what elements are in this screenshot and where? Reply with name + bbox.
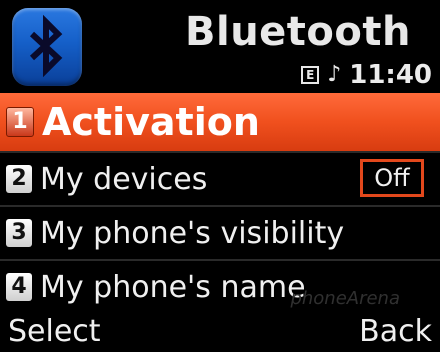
menu-item-my-devices[interactable]: 2 My devices Off bbox=[0, 153, 440, 207]
memory-icon: E bbox=[301, 66, 320, 84]
music-note-icon: ♪ bbox=[327, 62, 342, 87]
watermark: phoneArena bbox=[290, 288, 400, 309]
menu-item-label: My devices bbox=[40, 161, 208, 197]
menu-item-label: Activation bbox=[42, 100, 260, 144]
page-title: Bluetooth bbox=[185, 9, 411, 55]
menu-item-label: My phone's name bbox=[40, 269, 306, 305]
menu-item-activation[interactable]: 1 Activation bbox=[0, 93, 440, 153]
bluetooth-icon bbox=[12, 8, 82, 86]
item-number: 2 bbox=[6, 165, 32, 193]
menu-item-label: My phone's visibility bbox=[40, 215, 345, 251]
back-softkey[interactable]: Back bbox=[359, 314, 432, 350]
menu-item-visibility[interactable]: 3 My phone's visibility bbox=[0, 207, 440, 261]
status-bar: E ♪ 11:40 bbox=[301, 60, 432, 90]
item-number: 1 bbox=[6, 107, 34, 137]
status-value: Off bbox=[360, 159, 424, 197]
softkey-bar: Select Back bbox=[0, 312, 440, 352]
select-softkey[interactable]: Select bbox=[8, 314, 101, 350]
item-number: 3 bbox=[6, 219, 32, 247]
clock: 11:40 bbox=[349, 60, 432, 90]
item-number: 4 bbox=[6, 273, 32, 301]
header: Bluetooth E ♪ 11:40 bbox=[0, 0, 440, 92]
bluetooth-menu: 1 Activation 2 My devices Off 3 My phone… bbox=[0, 93, 440, 315]
